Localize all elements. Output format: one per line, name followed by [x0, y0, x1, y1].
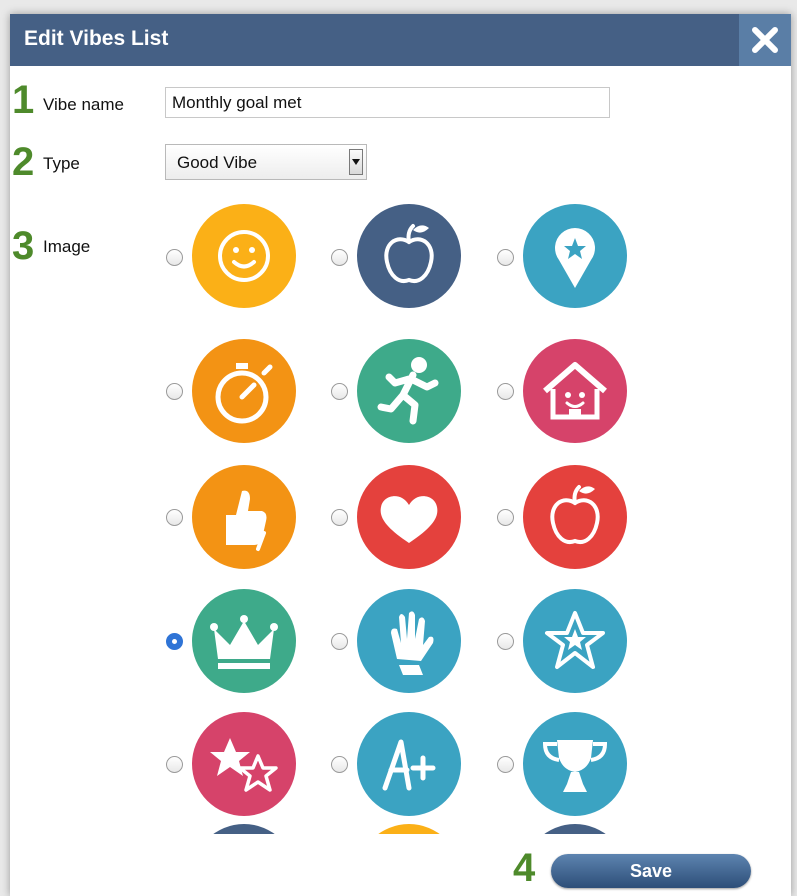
type-label: Type: [43, 154, 80, 173]
image-radio[interactable]: [331, 383, 348, 400]
image-radio[interactable]: [331, 756, 348, 773]
map-pin-star-icon[interactable]: [523, 204, 627, 308]
type-select-value: Good Vibe: [177, 153, 258, 172]
running-person-icon[interactable]: [357, 339, 461, 443]
edit-vibes-dialog: Edit Vibes List 1 Vibe name 2 Type Good …: [10, 14, 791, 896]
vibe-name-label: Vibe name: [43, 95, 124, 114]
step-number-4: 4: [513, 846, 536, 890]
crown-icon[interactable]: [192, 589, 296, 693]
thumbs-up-icon[interactable]: [192, 465, 296, 569]
heart-icon[interactable]: [357, 465, 461, 569]
image-radio[interactable]: [166, 633, 183, 650]
image-radio[interactable]: [331, 249, 348, 266]
image-radio[interactable]: [497, 633, 514, 650]
partial-icon[interactable]: [357, 824, 461, 834]
apple-icon[interactable]: [523, 465, 627, 569]
image-radio[interactable]: [497, 756, 514, 773]
apple-icon[interactable]: [357, 204, 461, 308]
star-badge-icon[interactable]: [523, 589, 627, 693]
step-number-2: 2: [12, 140, 35, 184]
image-radio[interactable]: [497, 383, 514, 400]
vibe-name-input[interactable]: [165, 87, 610, 118]
smiling-house-icon[interactable]: [523, 339, 627, 443]
type-select[interactable]: Good Vibe: [165, 144, 367, 180]
a-plus-grade-icon[interactable]: [357, 712, 461, 816]
dialog-title: Edit Vibes List: [24, 27, 169, 50]
image-radio[interactable]: [166, 756, 183, 773]
image-radio[interactable]: [166, 249, 183, 266]
image-radio[interactable]: [331, 633, 348, 650]
dropdown-arrow-icon[interactable]: [349, 149, 363, 175]
partial-icon[interactable]: [523, 824, 627, 834]
close-button[interactable]: [739, 14, 791, 66]
trophy-icon[interactable]: [523, 712, 627, 816]
partial-icon[interactable]: [192, 824, 296, 834]
stopwatch-icon[interactable]: [192, 339, 296, 443]
two-stars-icon[interactable]: [192, 712, 296, 816]
close-icon: [752, 27, 778, 53]
image-radio[interactable]: [166, 509, 183, 526]
image-radio[interactable]: [166, 383, 183, 400]
save-button[interactable]: Save: [551, 854, 751, 888]
step-number-1: 1: [12, 78, 35, 122]
image-radio[interactable]: [497, 509, 514, 526]
image-options-grid: [10, 194, 791, 834]
image-radio[interactable]: [331, 509, 348, 526]
image-radio[interactable]: [497, 249, 514, 266]
smiley-face-icon[interactable]: [192, 204, 296, 308]
raised-hand-icon[interactable]: [357, 589, 461, 693]
dialog-titlebar: Edit Vibes List: [10, 14, 791, 66]
